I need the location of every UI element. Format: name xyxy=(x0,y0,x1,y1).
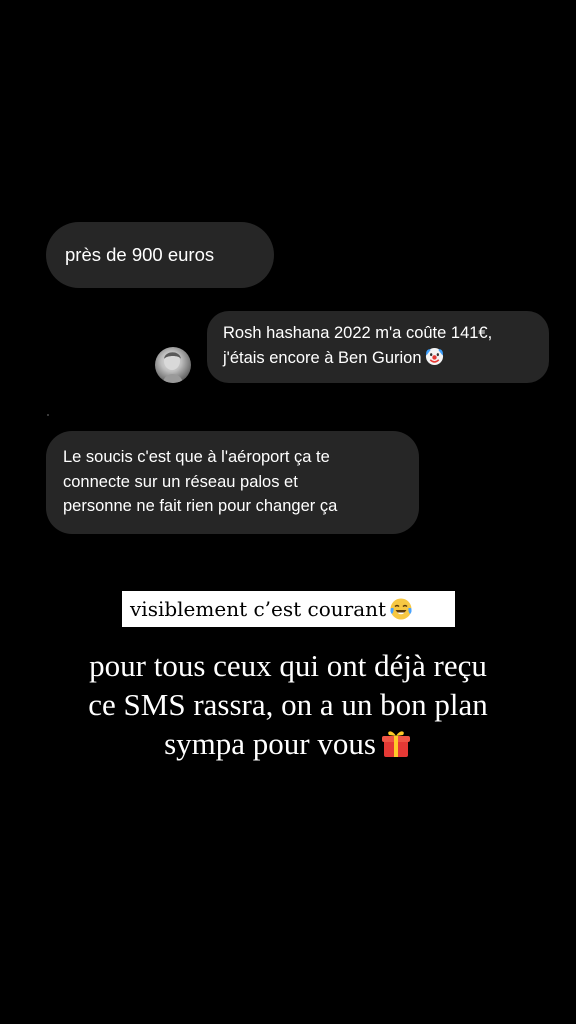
gift-icon xyxy=(381,731,410,757)
clown-face-icon xyxy=(425,347,443,366)
story-text-block[interactable]: pour tous ceux qui ont déjà reçu ce SMS … xyxy=(0,646,576,763)
tears-of-joy-icon xyxy=(390,598,412,620)
story-text-line: sympa pour vous xyxy=(164,726,376,761)
message-text: connecte sur un réseau palos et xyxy=(63,472,298,491)
divider-dot xyxy=(47,414,49,416)
story-caption-label[interactable]: visiblement c’est courant xyxy=(122,591,455,627)
message-text: Rosh hashana 2022 m'a coûte 141€, xyxy=(223,324,493,342)
message-bubble-received[interactable]: près de 900 euros xyxy=(46,222,274,288)
message-text: Le soucis c'est que à l'aéroport ça te xyxy=(63,448,330,466)
message-text: personne ne fait rien pour changer ça xyxy=(63,497,338,515)
caption-text: visiblement c’est courant xyxy=(130,597,387,621)
story-text-line: ce SMS rassra, on a un bon plan xyxy=(88,687,488,722)
message-text-line: j'étais encore à Ben Gurion xyxy=(223,346,533,371)
sender-avatar[interactable] xyxy=(155,347,191,383)
message-text: j'étais encore à Ben Gurion xyxy=(223,349,422,367)
message-bubble-received[interactable]: Le soucis c'est que à l'aéroport ça te c… xyxy=(46,431,419,534)
story-text-line: pour tous ceux qui ont déjà reçu xyxy=(89,648,487,683)
avatar-photo-icon xyxy=(163,352,183,383)
message-text: près de 900 euros xyxy=(65,244,215,265)
message-bubble-sent[interactable]: Rosh hashana 2022 m'a coûte 141€, j'étai… xyxy=(207,311,549,383)
